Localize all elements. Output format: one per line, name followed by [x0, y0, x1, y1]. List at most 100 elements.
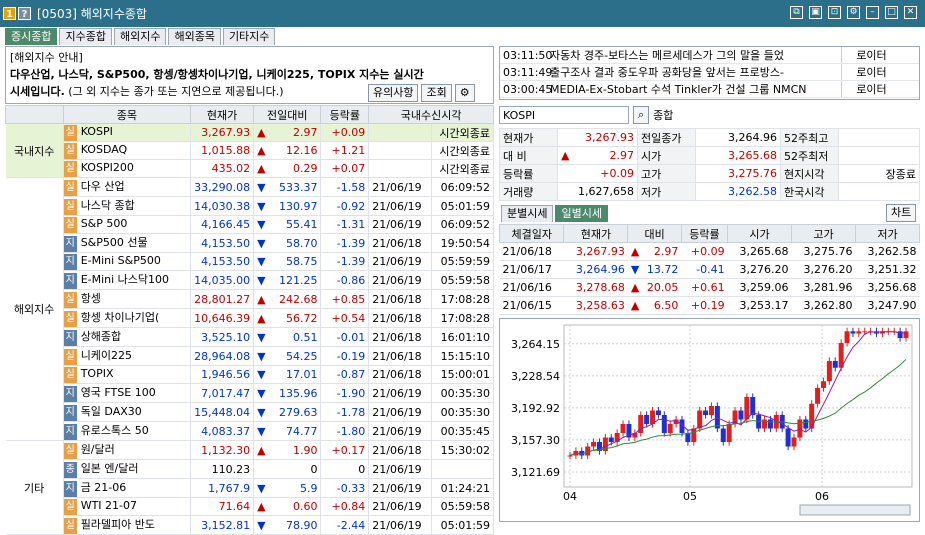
- table-row[interactable]: 종 일본 엔/달러 110.23 0 0 21/06/19: [6, 459, 495, 479]
- col-header-price[interactable]: 현재가: [190, 105, 255, 124]
- up-arrow-icon: ▲: [257, 144, 266, 157]
- time-cell: 17:08:28: [431, 289, 495, 309]
- table-row[interactable]: 기타 실 원/달러 1,132.30 ▲ 1.90 +0.17 21/06/18 15:30:0…: [5, 440, 495, 535]
- down-arrow-icon: ▼: [257, 349, 266, 363]
- up-arrow-icon: ▲: [257, 126, 266, 139]
- candlestick-chart-svg[interactable]: 3,264.15 3,228.54 3,192.92 3,157.30 3,121.69…: [500, 319, 919, 521]
- tab-daily-price[interactable]: 일별시세: [555, 205, 608, 222]
- date-cell: 21/06/18: [368, 365, 432, 384]
- settings-icon[interactable]: ⚙: [847, 6, 860, 19]
- screenshot-icon[interactable]: ▣: [809, 6, 822, 19]
- candle: [667, 424, 673, 433]
- col-header-rate[interactable]: 등락률: [320, 105, 370, 124]
- chart-button[interactable]: 차트: [886, 204, 917, 222]
- table-row[interactable]: 21/06/15 3,258.63 ▲ 6.50 +0.19 3,253.17 3,262.…: [499, 296, 920, 315]
- candle: [655, 410, 661, 415]
- save-icon[interactable]: ⊡: [828, 6, 841, 19]
- change-cell: ▲ 56.72: [253, 308, 322, 328]
- change-cell: ▲ 0.29: [253, 159, 322, 178]
- realtime-badge: 지: [63, 330, 77, 346]
- candle: [567, 455, 573, 457]
- table-row[interactable]: 실 S&P 500 4,166.45 ▼ 55.41 -1.31 21/06/19 06:09…: [6, 215, 495, 234]
- main-tabs: 증시종합 지수종합 해외지수 해외종목 기타지수: [5, 28, 276, 45]
- notice-title: [해외지수 안내]: [10, 51, 83, 64]
- table-row[interactable]: 실 KOSPI200 435.02 ▲ 0.29 +0.07 시간외종료: [6, 159, 495, 178]
- realtime-badge: 지: [63, 386, 77, 402]
- rate-cell: -0.92: [320, 196, 370, 216]
- rate-cell: -0.01: [320, 327, 370, 347]
- tab-other-index[interactable]: 기타지수: [222, 28, 276, 45]
- candle: [726, 424, 732, 442]
- price-chart[interactable]: 3,264.15 3,228.54 3,192.92 3,157.30 3,121.69…: [499, 318, 920, 522]
- time-cell: 16:01:10: [431, 327, 495, 347]
- table-row[interactable]: 지 독일 DAX30 15,448.04 ▼ 279.63 -1.78 21/06/19 00…: [6, 402, 495, 422]
- news-item[interactable]: 03:11:50 자동차 경주-보타스는 메르세데스가 그의 말을 들었 로이터: [500, 47, 919, 64]
- tab-overseas-index[interactable]: 해외지수: [113, 28, 167, 45]
- price-cell: 110.23: [190, 459, 255, 479]
- index-name: 다우 산업: [80, 180, 125, 193]
- realtime-badge: 실: [63, 366, 77, 383]
- table-row[interactable]: 실 KOSDAQ 1,015.88 ▲ 12.16 +1.21 시간외종료: [6, 141, 495, 160]
- table-row[interactable]: 실 나스닥 종합 14,030.38 ▼ 130.97 -0.92 21/06/19 05:0…: [6, 196, 495, 216]
- candle: [750, 397, 756, 415]
- table-row[interactable]: 지 영국 FTSE 100 7,017.47 ▼ 135.96 -1.90 21/06/19…: [6, 383, 495, 403]
- table-row[interactable]: 지 S&P500 선물 4,153.50 ▼ 58.70 -1.39 21/06/18 19:…: [6, 233, 495, 253]
- index-name: 유로스톡스 50: [80, 424, 149, 437]
- rate-cell: -0.19: [320, 346, 370, 366]
- search-icon[interactable]: ⌕: [633, 106, 650, 124]
- table-row[interactable]: 지금 21-06 1,767.9 ▼ 5.9 -0.33 21/06/19 01:24:21: [6, 478, 495, 498]
- col-header-change[interactable]: 전일대비: [253, 105, 322, 124]
- realtime-badge: 지: [63, 424, 77, 440]
- table-row[interactable]: 21/06/18 3,267.93 ▲ 2.97 +0.09 3,265.68 3,275.…: [499, 242, 920, 261]
- rate-cell: +0.07: [320, 159, 370, 178]
- table-row[interactable]: 지 E-Mini S&P500 4,153.50 ▼ 58.75 -1.39 21/06/1…: [6, 252, 495, 271]
- realtime-badge: 지: [63, 273, 77, 289]
- price-cell: 1,132.30: [190, 440, 255, 460]
- table-row[interactable]: 실 항셍 28,801.27 ▲ 242.68 +0.85 21/06/18 17:08:28: [6, 289, 495, 309]
- candle: [785, 428, 791, 447]
- table-row[interactable]: 해외지수 실 다우 산업 33,290.08 ▼ 533.37 -1.58 21/06/19 0…: [5, 177, 495, 441]
- search-input[interactable]: KOSPI: [499, 106, 629, 124]
- news-item[interactable]: 03:11:49 출구조사 결과 중도우파 공화당을 앞서는 프로방스- 로이터: [500, 64, 919, 81]
- table-row[interactable]: 실 니케이225 28,964.08 ▼ 54.25 -0.19 21/06/18 15:15…: [6, 346, 495, 366]
- tab-index-summary[interactable]: 지수종합: [59, 28, 112, 45]
- col-header-name[interactable]: 종목: [62, 105, 192, 124]
- table-row[interactable]: 국내지수 실 KOSPI 3,267.93 ▲ 2.97 +0.09 시간외종료: [5, 123, 495, 178]
- table-row[interactable]: 실 필라델피아 반도 3,152.81 ▼ 78.90 -2.44 21/06/19 05:0…: [6, 515, 495, 535]
- candle: [703, 410, 709, 415]
- table-row[interactable]: 지 유로스톡스 50 4,083.37 ▼ 74.77 -1.80 21/06/19 00:3…: [6, 421, 495, 441]
- table-row[interactable]: 실 TOPIX 1,946.56 ▼ 17.01 -0.87 21/06/18 15:00:0…: [6, 365, 495, 384]
- news-item[interactable]: 03:00:45 MEDIA-Ex-Stobart 수석 Tinkler가 건설 …: [500, 81, 919, 98]
- minimize-icon[interactable]: –: [866, 6, 879, 19]
- price-cell: 4,166.45: [190, 215, 255, 234]
- rate-cell: -1.90: [320, 383, 370, 403]
- tab-minute-price[interactable]: 분별시세: [501, 205, 554, 222]
- rate-cell: +0.17: [320, 440, 370, 460]
- table-row[interactable]: 실 항셍 차이나기업(10,646.39 ▲ 56.72 +0.54 21/06/18 17…: [6, 308, 495, 328]
- gear-icon[interactable]: ⚙: [454, 84, 475, 102]
- down-arrow-icon: ▼: [257, 330, 266, 344]
- x-tick-label: 06: [815, 490, 829, 503]
- realtime-badge: 지: [63, 236, 77, 252]
- table-row[interactable]: 지 상해종합 3,525.10 ▼ 0.51 -0.01 21/06/18 16:01:10: [6, 327, 495, 347]
- table-row[interactable]: 21/06/17 3,264.96 ▼ 13.72 -0.41 3,276.20 3,276…: [499, 260, 920, 279]
- candle: [791, 437, 797, 447]
- table-row[interactable]: 21/06/16 3,278.68 ▲ 20.05 +0.61 3,259.06 3,281…: [499, 278, 920, 297]
- query-button[interactable]: 조회: [421, 84, 452, 102]
- table-row[interactable]: 실 WTI 21-07 71.64 ▲ 0.60 +0.84 21/06/19 05:59:5…: [6, 497, 495, 516]
- down-arrow-icon: ▼: [257, 180, 266, 194]
- link-icon[interactable]: ⧉: [790, 6, 803, 19]
- maximize-icon[interactable]: □: [885, 6, 898, 19]
- close-icon[interactable]: ✕: [904, 6, 917, 19]
- time-cell: 15:30:02: [431, 440, 495, 460]
- down-arrow-icon: ▼: [257, 199, 266, 213]
- rate-cell: -1.58: [320, 177, 370, 197]
- table-row[interactable]: 지 E-Mini 나스닥100 14,035.00 ▼ 121.25 -0.86 21/06…: [6, 270, 495, 290]
- help-icon[interactable]: ?: [18, 7, 31, 20]
- candle: [850, 331, 856, 334]
- col-header-time[interactable]: 국내수신시각: [368, 105, 494, 124]
- notice-button[interactable]: 유의사항: [368, 84, 419, 102]
- tab-overseas-stock[interactable]: 해외종목: [168, 28, 221, 45]
- candle: [661, 415, 667, 433]
- tab-market-summary[interactable]: 증시종합: [5, 28, 58, 45]
